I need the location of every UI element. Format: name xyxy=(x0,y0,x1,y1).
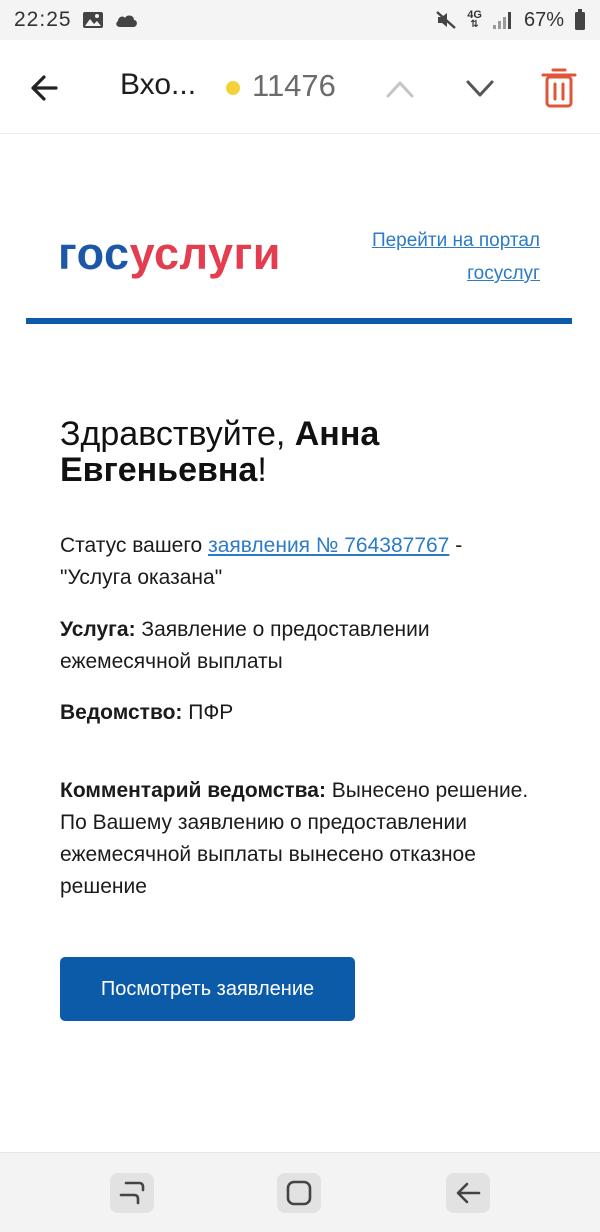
greeting: Здравствуйте, Анна Евгеньевна! xyxy=(60,416,540,488)
status-bar: 22:25 4G ⇅ 67% xyxy=(0,0,600,40)
status-left: 22:25 xyxy=(14,8,138,32)
comment-paragraph: Комментарий ведомства: Вынесено решение.… xyxy=(60,775,530,903)
status-prefix: Статус вашего xyxy=(60,534,209,557)
comment-label: Комментарий ведомства: xyxy=(60,779,326,802)
mute-icon xyxy=(435,10,457,30)
chevron-down-icon[interactable] xyxy=(460,70,500,106)
header-divider xyxy=(26,318,572,324)
application-link[interactable]: заявления № 764387767 xyxy=(208,534,449,557)
logo-part-uslugi: услуги xyxy=(129,228,281,279)
battery-icon xyxy=(574,9,586,31)
unread-dot xyxy=(226,81,240,95)
home-icon[interactable] xyxy=(277,1173,321,1213)
folder-title[interactable]: Вхо... xyxy=(120,68,196,102)
department-label: Ведомство: xyxy=(60,701,183,724)
view-application-button[interactable]: Посмотреть заявление xyxy=(60,957,355,1021)
service-paragraph: Услуга: Заявление о предоставлении ежеме… xyxy=(60,614,530,678)
cloud-icon xyxy=(114,12,138,28)
trash-icon[interactable] xyxy=(540,64,578,110)
recent-apps-icon[interactable] xyxy=(110,1173,154,1213)
logo-part-gos: гос xyxy=(58,228,130,279)
status-time: 22:25 xyxy=(14,8,72,31)
unread-count: 11476 xyxy=(252,68,336,103)
back-arrow-icon[interactable] xyxy=(26,70,66,106)
greeting-end: ! xyxy=(257,451,267,489)
network-4g-icon: 4G ⇅ xyxy=(467,9,482,30)
department-paragraph: Ведомство: ПФР xyxy=(60,697,530,729)
status-paragraph: Статус вашего заявления № 764387767 - "У… xyxy=(60,530,530,594)
department-value: ПФР xyxy=(182,701,234,724)
mail-toolbar: Вхо... 11476 xyxy=(0,40,600,134)
gosuslugi-logo: госуслуги xyxy=(58,228,281,280)
portal-link[interactable]: Перейти на портал госуслуг xyxy=(300,224,540,290)
greeting-hello: Здравствуйте, xyxy=(60,415,295,453)
system-nav-bar xyxy=(0,1152,600,1232)
signal-icon xyxy=(492,10,514,30)
chevron-up-icon[interactable] xyxy=(380,70,420,106)
image-icon xyxy=(82,11,104,29)
nav-back-icon[interactable] xyxy=(446,1173,490,1213)
battery-percent: 67% xyxy=(523,8,564,31)
status-right: 4G ⇅ 67% xyxy=(435,9,586,32)
service-label: Услуга: xyxy=(60,618,136,641)
